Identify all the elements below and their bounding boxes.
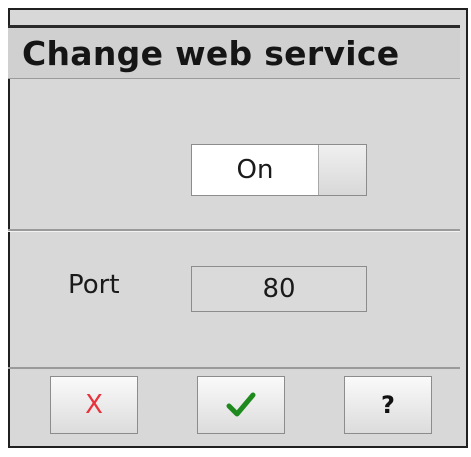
port-label: Port [68,270,120,300]
toggle-knob[interactable] [318,145,366,195]
ok-button[interactable] [197,376,285,434]
window-top-edge [0,0,471,4]
web-service-toggle[interactable]: On [191,144,367,196]
port-value: 80 [262,274,296,304]
dialog-title: Change web service [22,34,400,73]
toggle-state-label: On [192,145,318,195]
help-icon: ? [381,391,395,419]
title-bar: Change web service [8,25,460,79]
section-divider [8,229,460,232]
port-input[interactable]: 80 [191,266,367,312]
cancel-button[interactable]: X [50,376,138,434]
help-button[interactable]: ? [344,376,432,434]
checkmark-icon [226,392,256,417]
close-icon: X [85,390,103,420]
